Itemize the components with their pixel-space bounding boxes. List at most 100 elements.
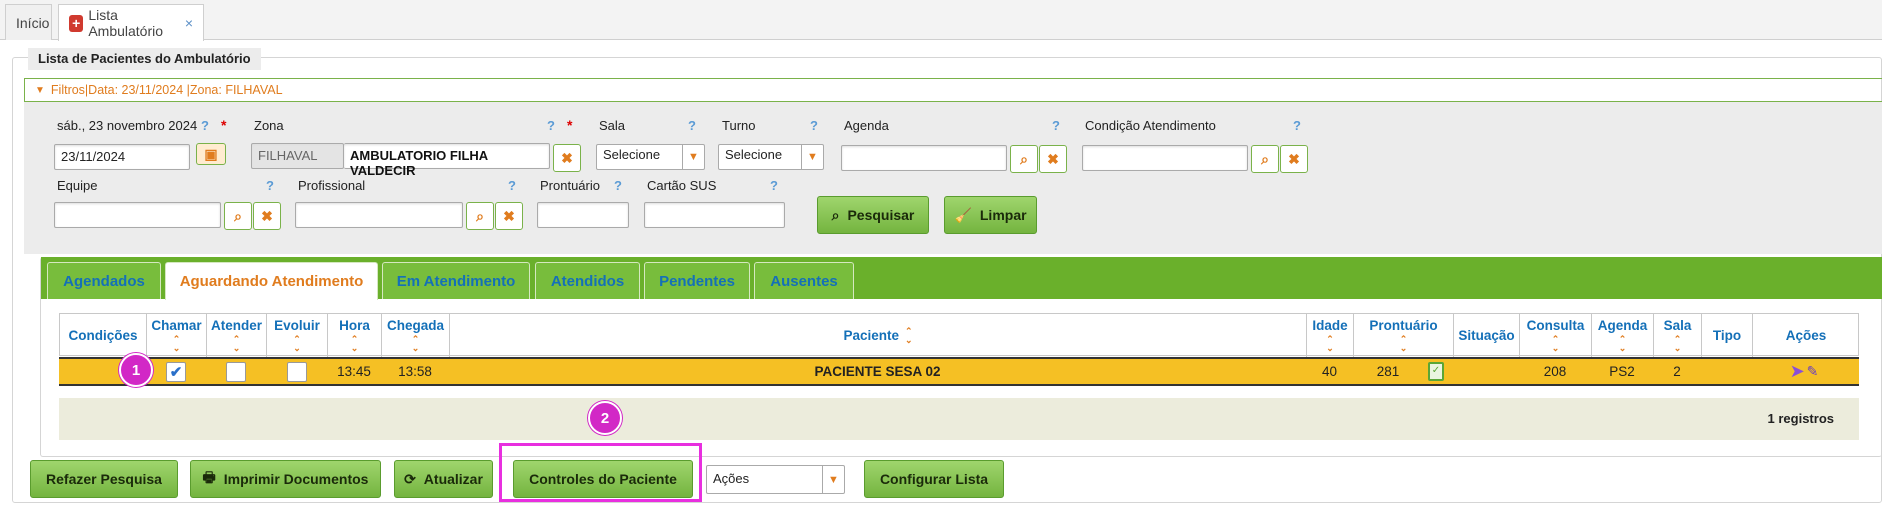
tab-inicio[interactable]: Início: [5, 4, 52, 40]
close-tab-icon[interactable]: ×: [185, 15, 193, 31]
equipe-input[interactable]: [54, 202, 221, 228]
cartao-sus-label: Cartão SUS: [647, 178, 717, 193]
chevron-down-icon[interactable]: ▼: [822, 466, 844, 493]
sort-icon: ⌃ ⌄: [904, 325, 913, 345]
imprimir-documentos-button[interactable]: 🖶 Imprimir Documentos: [190, 460, 381, 498]
collapse-triangle-icon: ▼: [35, 84, 45, 96]
pesquisar-button[interactable]: ⌕ Pesquisar: [817, 196, 929, 234]
atender-checkbox[interactable]: [226, 361, 246, 382]
date-required-mark: *: [221, 117, 227, 133]
equipe-search-icon[interactable]: ⌕: [224, 202, 252, 230]
col-prontuario[interactable]: Prontuário ⌃ ⌄: [1354, 314, 1454, 357]
turno-select[interactable]: Selecione ▼: [718, 144, 824, 170]
sort-icon: ⌃ ⌄: [172, 334, 181, 353]
col-sala[interactable]: Sala ⌃ ⌄: [1654, 314, 1702, 357]
chegada-cell: 13:58: [398, 364, 432, 379]
acoes-select-value: Ações: [713, 471, 750, 486]
col-condicoes[interactable]: Condições: [60, 314, 147, 357]
col-consulta-label: Consulta: [1526, 318, 1585, 333]
filter-summary-text: Filtros|Data: 23/11/2024 |Zona: FILHAVAL: [50, 83, 283, 97]
date-help-icon[interactable]: ?: [201, 118, 209, 133]
condicao-search-icon[interactable]: ⌕: [1251, 145, 1279, 173]
configurar-lista-button[interactable]: Configurar Lista: [864, 460, 1004, 498]
printer-icon: 🖶: [202, 469, 216, 485]
date-input[interactable]: 23/11/2024: [54, 144, 190, 170]
agenda-help-icon[interactable]: ?: [1052, 118, 1060, 133]
sala-select[interactable]: Selecione ▼: [596, 144, 705, 170]
zona-clear-icon[interactable]: ✖: [553, 144, 581, 172]
col-consulta[interactable]: Consulta ⌃ ⌄: [1520, 314, 1592, 357]
tab-atendidos[interactable]: Atendidos: [535, 262, 640, 299]
col-evoluir-label: Evoluir: [274, 318, 320, 333]
agenda-label: Agenda: [844, 118, 889, 133]
col-evoluir[interactable]: Evoluir ⌃ ⌄: [267, 314, 328, 357]
col-prontuario-label: Prontuário: [1369, 318, 1438, 333]
tab-aguardando-atendimento[interactable]: Aguardando Atendimento: [165, 262, 378, 300]
panel-title: Lista de Pacientes do Ambulatório: [28, 48, 261, 70]
col-paciente[interactable]: Paciente ⌃ ⌄: [450, 314, 1307, 357]
turno-help-icon[interactable]: ?: [810, 118, 818, 133]
paciente-cell[interactable]: PACIENTE SESA 02: [449, 359, 1306, 384]
table-footer: 1 registros: [59, 398, 1859, 440]
col-hora[interactable]: Hora ⌃ ⌄: [328, 314, 382, 357]
cartao-sus-input[interactable]: [644, 202, 785, 228]
tab-lista-ambulatorio[interactable]: + Lista Ambulatório ×: [58, 4, 204, 41]
table-row[interactable]: ✔ 13:45 13:58 PACIENTE SESA 02 40 281 ✓ …: [59, 357, 1859, 386]
limpar-button[interactable]: 🧹 Limpar: [944, 196, 1037, 234]
condicao-clear-icon[interactable]: ✖: [1280, 145, 1308, 173]
chevron-down-icon[interactable]: ▼: [682, 145, 704, 169]
agenda-search-icon[interactable]: ⌕: [1010, 145, 1038, 173]
profissional-help-icon[interactable]: ?: [508, 178, 516, 193]
col-agenda[interactable]: Agenda ⌃ ⌄: [1592, 314, 1654, 357]
sala-cell: 2: [1673, 364, 1681, 379]
prontuario-label: Prontuário: [540, 178, 600, 193]
edit-icon[interactable]: ✎: [1807, 363, 1819, 380]
send-icon[interactable]: ➤: [1790, 361, 1805, 382]
condicao-input[interactable]: [1082, 145, 1248, 171]
col-chegada[interactable]: Chegada ⌃ ⌄: [382, 314, 450, 357]
equipe-help-icon[interactable]: ?: [266, 178, 274, 193]
col-sala-label: Sala: [1663, 318, 1692, 333]
filter-summary-bar[interactable]: ▼ Filtros|Data: 23/11/2024 |Zona: FILHAV…: [24, 78, 1882, 102]
tab-ausentes[interactable]: Ausentes: [754, 262, 854, 299]
agenda-input[interactable]: [841, 145, 1007, 171]
profissional-clear-icon[interactable]: ✖: [495, 202, 523, 230]
col-idade[interactable]: Idade ⌃ ⌄: [1307, 314, 1354, 357]
controles-do-paciente-button[interactable]: Controles do Paciente: [513, 460, 693, 498]
profissional-search-icon[interactable]: ⌕: [466, 202, 494, 230]
profissional-input[interactable]: [295, 202, 463, 228]
tab-agendados[interactable]: Agendados: [47, 262, 161, 299]
hora-cell: 13:45: [337, 364, 371, 379]
equipe-clear-icon[interactable]: ✖: [253, 202, 281, 230]
acoes-select[interactable]: Ações ▼: [706, 465, 845, 494]
chevron-down-icon[interactable]: ▼: [801, 145, 823, 169]
col-atender[interactable]: Atender ⌃ ⌄: [207, 314, 267, 357]
sort-icon: ⌃ ⌄: [293, 334, 301, 353]
idade-cell: 40: [1321, 364, 1338, 379]
zona-code-input[interactable]: FILHAVAL: [251, 143, 344, 169]
chamar-checkbox[interactable]: ✔: [166, 361, 186, 382]
pesquisar-label: Pesquisar: [847, 207, 915, 223]
refazer-pesquisa-button[interactable]: Refazer Pesquisa: [30, 460, 178, 498]
condicao-help-icon[interactable]: ?: [1293, 118, 1301, 133]
calendar-icon[interactable]: ▣: [196, 143, 226, 165]
col-chamar[interactable]: Chamar ⌃ ⌄: [147, 314, 207, 357]
zona-help-icon[interactable]: ?: [547, 118, 555, 133]
tab-pendentes[interactable]: Pendentes: [644, 262, 750, 299]
col-acoes[interactable]: Ações: [1753, 314, 1859, 357]
cartao-sus-help-icon[interactable]: ?: [770, 178, 778, 193]
tab-em-atendimento[interactable]: Em Atendimento: [382, 262, 530, 299]
prontuario-input[interactable]: [537, 202, 629, 228]
step-marker-2: 2: [588, 401, 622, 435]
clipboard-icon[interactable]: ✓: [1425, 359, 1447, 384]
sort-icon: ⌃ ⌄: [232, 334, 241, 353]
atualizar-button[interactable]: ⟳ Atualizar: [394, 460, 493, 498]
sala-help-icon[interactable]: ?: [688, 118, 696, 133]
evoluir-checkbox[interactable]: [286, 361, 307, 382]
agenda-clear-icon[interactable]: ✖: [1039, 145, 1067, 173]
zona-name-input[interactable]: AMBULATORIO FILHA VALDECIR: [344, 143, 550, 178]
prontuario-help-icon[interactable]: ?: [614, 178, 622, 193]
col-situacao[interactable]: Situação: [1454, 314, 1520, 357]
col-tipo[interactable]: Tipo: [1702, 314, 1753, 357]
equipe-label: Equipe: [57, 178, 98, 193]
